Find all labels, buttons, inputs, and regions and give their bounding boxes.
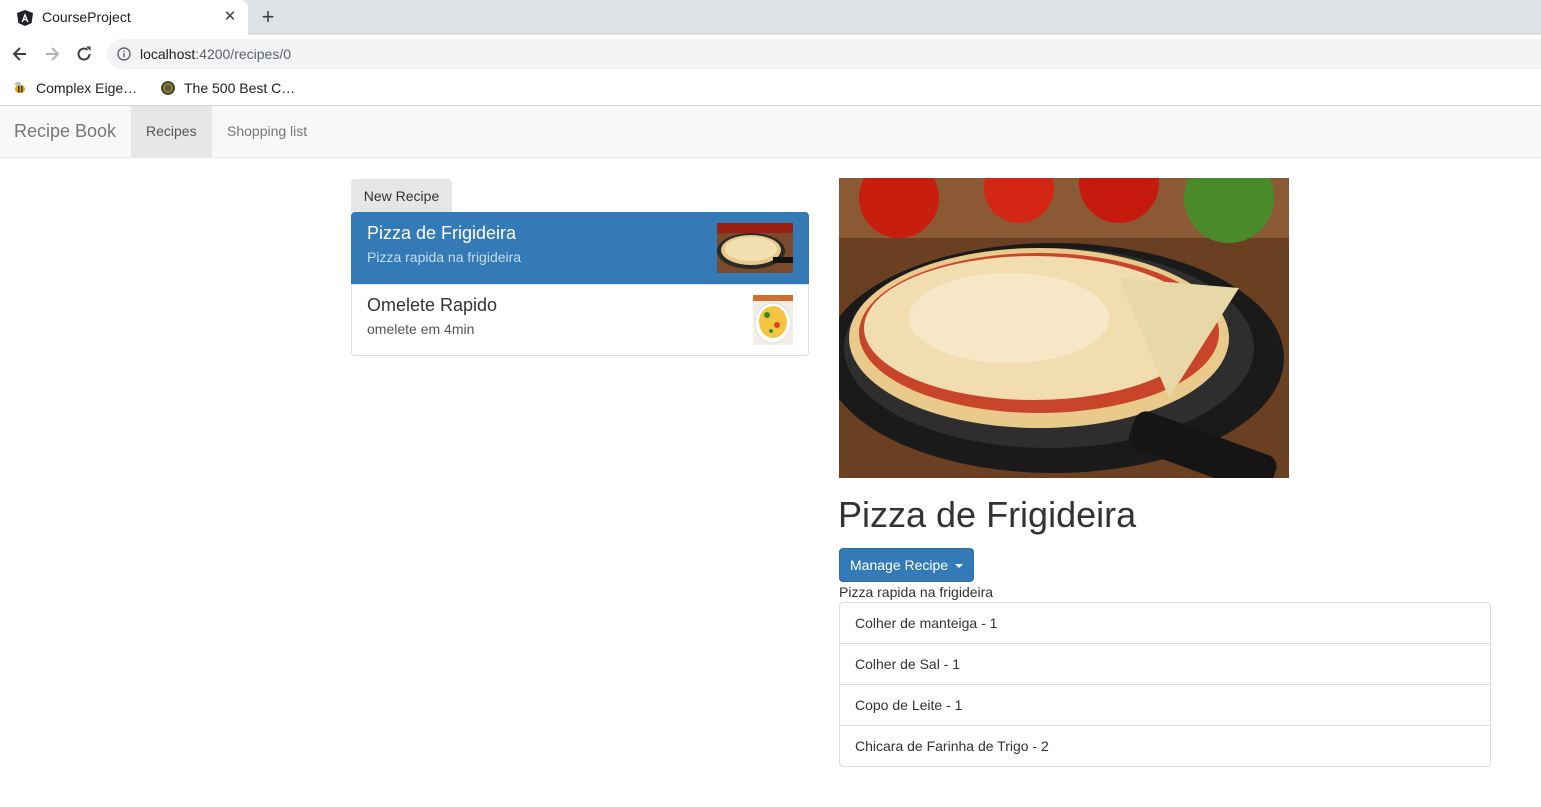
recipe-list-item[interactable]: Pizza de Frigideira Pizza rapida na frig… <box>351 212 809 284</box>
ingredient-item[interactable]: Chicara de Farinha de Trigo - 2 <box>840 725 1490 766</box>
navbar-brand[interactable]: Recipe Book <box>14 121 116 142</box>
recipe-name: Pizza de Frigideira <box>367 223 517 243</box>
globe-icon <box>161 81 175 95</box>
bookmarks-bar: Complex Eige… The 500 Best C… <box>0 72 1541 106</box>
close-icon[interactable]: ✕ <box>221 8 239 26</box>
recipe-thumbnail <box>717 223 793 273</box>
bookmark-item[interactable]: The 500 Best C… <box>160 79 310 99</box>
back-icon[interactable] <box>9 43 31 65</box>
forward-icon[interactable] <box>41 43 63 65</box>
caret-down-icon <box>954 564 963 569</box>
angular-icon <box>17 10 33 26</box>
recipe-description: Pizza rapida na frigideira <box>367 249 522 265</box>
ingredient-item[interactable]: Copo de Leite - 1 <box>840 684 1490 725</box>
reload-icon[interactable] <box>73 43 95 65</box>
new-recipe-button[interactable]: New Recipe <box>351 179 452 212</box>
bookmark-item[interactable]: Complex Eige… <box>12 79 152 99</box>
url-text: localhost:4200/recipes/0 <box>140 46 291 62</box>
app-navbar: Recipe Book Recipes Shopping list <box>0 106 1541 158</box>
nav-link-recipes[interactable]: Recipes <box>131 106 212 157</box>
tab-title: CourseProject <box>42 9 131 25</box>
recipe-image <box>839 178 1289 478</box>
bee-icon <box>15 82 25 93</box>
new-tab-icon[interactable]: + <box>257 6 279 28</box>
recipe-list-item[interactable]: Omelete Rapido omelete em 4min <box>351 284 809 356</box>
browser-tabstrip: CourseProject ✕ + <box>0 0 1541 35</box>
ingredient-item[interactable]: Colher de manteiga - 1 <box>840 603 1490 643</box>
nav-link-shopping-list[interactable]: Shopping list <box>212 106 322 157</box>
ingredient-item[interactable]: Colher de Sal - 1 <box>840 643 1490 684</box>
manage-recipe-button[interactable]: Manage Recipe <box>839 548 974 582</box>
browser-tab[interactable]: CourseProject ✕ <box>0 0 248 35</box>
recipe-thumbnail <box>753 295 793 345</box>
address-bar[interactable]: localhost:4200/recipes/0 <box>107 39 1541 69</box>
recipe-name: Omelete Rapido <box>367 295 498 315</box>
info-icon[interactable] <box>117 47 131 61</box>
recipe-title: Pizza de Frigideira <box>838 494 1137 535</box>
ingredients-list: Colher de manteiga - 1 Colher de Sal - 1… <box>839 602 1491 767</box>
recipe-detail-description: Pizza rapida na frigideira <box>839 584 994 600</box>
recipe-description: omelete em 4min <box>367 321 475 337</box>
browser-toolbar: localhost:4200/recipes/0 <box>0 35 1541 72</box>
